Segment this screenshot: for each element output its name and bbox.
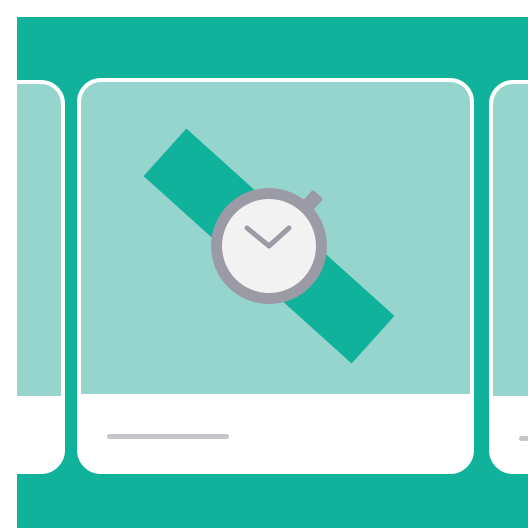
carousel-card-current[interactable]: [77, 78, 474, 474]
carousel-background: [17, 17, 528, 528]
card-media: [81, 82, 470, 394]
card-title-placeholder: [107, 434, 229, 439]
card-footer: [17, 406, 61, 470]
card-media: [493, 84, 528, 396]
carousel-card-next[interactable]: [489, 80, 528, 474]
carousel-card-previous[interactable]: [17, 80, 65, 474]
card-media: [17, 84, 61, 396]
wristwatch-icon: [143, 128, 395, 364]
card-title-placeholder: [519, 436, 528, 441]
